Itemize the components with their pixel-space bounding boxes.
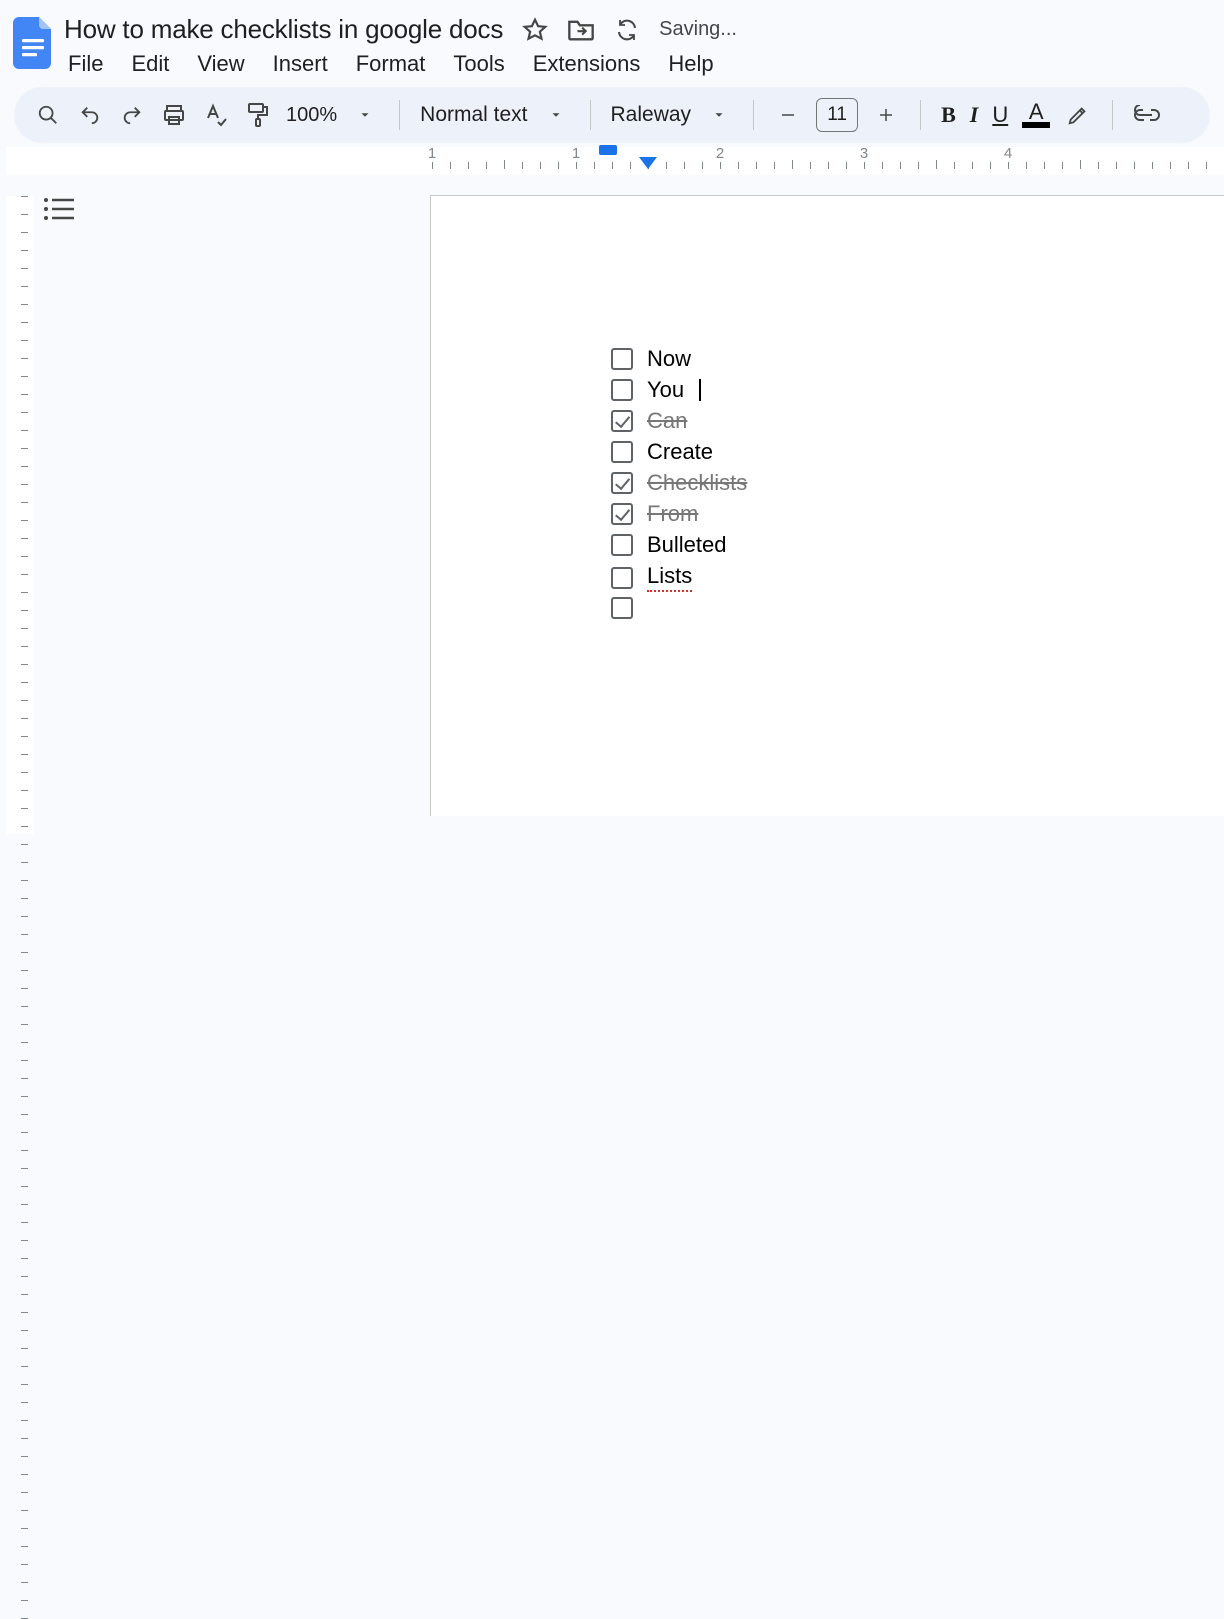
docs-logo[interactable] <box>12 14 56 70</box>
checklist-item[interactable]: Can <box>611 408 747 434</box>
increase-font-size-icon[interactable] <box>872 101 900 129</box>
spellcheck-icon[interactable] <box>202 101 230 129</box>
menu-help[interactable]: Help <box>668 51 713 77</box>
zoom-level[interactable]: 100% <box>286 104 337 127</box>
checklist-item[interactable]: Lists <box>611 563 747 592</box>
font-size-input[interactable] <box>816 98 858 132</box>
checklist-item-text[interactable]: Bulleted <box>647 532 727 558</box>
menu-extensions[interactable]: Extensions <box>533 51 641 77</box>
highlight-icon[interactable] <box>1064 101 1092 129</box>
document-page[interactable]: Now You Can Create Checklists From Bulleted Lis… <box>430 195 1224 816</box>
checklist-item[interactable]: From <box>611 501 747 527</box>
checklist-item[interactable]: You <box>611 377 747 403</box>
bold-button[interactable]: B <box>941 102 956 128</box>
print-icon[interactable] <box>160 101 188 129</box>
search-icon[interactable] <box>34 101 62 129</box>
font-dropdown-icon[interactable] <box>705 101 733 129</box>
checkbox-icon[interactable] <box>611 534 633 556</box>
checkbox-icon[interactable] <box>611 567 633 589</box>
paint-format-icon[interactable] <box>244 101 272 129</box>
font-family[interactable]: Raleway <box>611 103 692 127</box>
undo-icon[interactable] <box>76 101 104 129</box>
document-title[interactable]: How to make checklists in google docs <box>64 14 503 45</box>
checkbox-icon[interactable] <box>611 348 633 370</box>
decrease-font-size-icon[interactable] <box>774 101 802 129</box>
menu-tools[interactable]: Tools <box>453 51 504 77</box>
checklist-item-text[interactable]: Now <box>647 346 691 372</box>
checklist-item[interactable] <box>611 597 747 619</box>
checklist-item-text[interactable]: You <box>647 377 684 403</box>
menu-view[interactable]: View <box>197 51 244 77</box>
underline-button[interactable]: U <box>992 102 1008 128</box>
redo-icon[interactable] <box>118 101 146 129</box>
italic-button[interactable]: I <box>970 102 979 128</box>
sync-icon <box>613 16 641 44</box>
save-status: Saving... <box>659 18 737 41</box>
insert-link-icon[interactable] <box>1133 101 1161 129</box>
checklist-item-text[interactable]: Can <box>647 408 687 434</box>
checklist-item-text[interactable]: From <box>647 501 698 527</box>
paragraph-style[interactable]: Normal text <box>420 103 527 127</box>
checklist-item-text[interactable]: Checklists <box>647 470 747 496</box>
checklist-item[interactable]: Now <box>611 346 747 372</box>
menu-insert[interactable]: Insert <box>273 51 328 77</box>
toolbar: 100% Normal text Raleway <box>14 87 1210 143</box>
checklist-item[interactable]: Checklists <box>611 470 747 496</box>
checkbox-icon[interactable] <box>611 441 633 463</box>
menu-edit[interactable]: Edit <box>131 51 169 77</box>
checkbox-icon[interactable] <box>611 379 633 401</box>
style-dropdown-icon[interactable] <box>542 101 570 129</box>
star-icon[interactable] <box>521 16 549 44</box>
menu-format[interactable]: Format <box>356 51 426 77</box>
zoom-dropdown-icon[interactable] <box>351 101 379 129</box>
checklist-item-text[interactable]: Lists <box>647 563 692 592</box>
checkbox-icon[interactable] <box>611 503 633 525</box>
checkbox-icon[interactable] <box>611 472 633 494</box>
checklist-item-text[interactable]: Create <box>647 439 713 465</box>
checkbox-icon[interactable] <box>611 597 633 619</box>
text-color-button[interactable]: A <box>1022 103 1050 128</box>
checklist-item[interactable]: Bulleted <box>611 532 747 558</box>
checklist-item[interactable]: Create <box>611 439 747 465</box>
document-outline-icon[interactable] <box>42 195 82 235</box>
menu-file[interactable]: File <box>68 51 103 77</box>
text-cursor <box>699 379 701 401</box>
move-to-folder-icon[interactable] <box>567 16 595 44</box>
checkbox-icon[interactable] <box>611 410 633 432</box>
horizontal-ruler[interactable]: 11234 <box>6 147 1224 175</box>
